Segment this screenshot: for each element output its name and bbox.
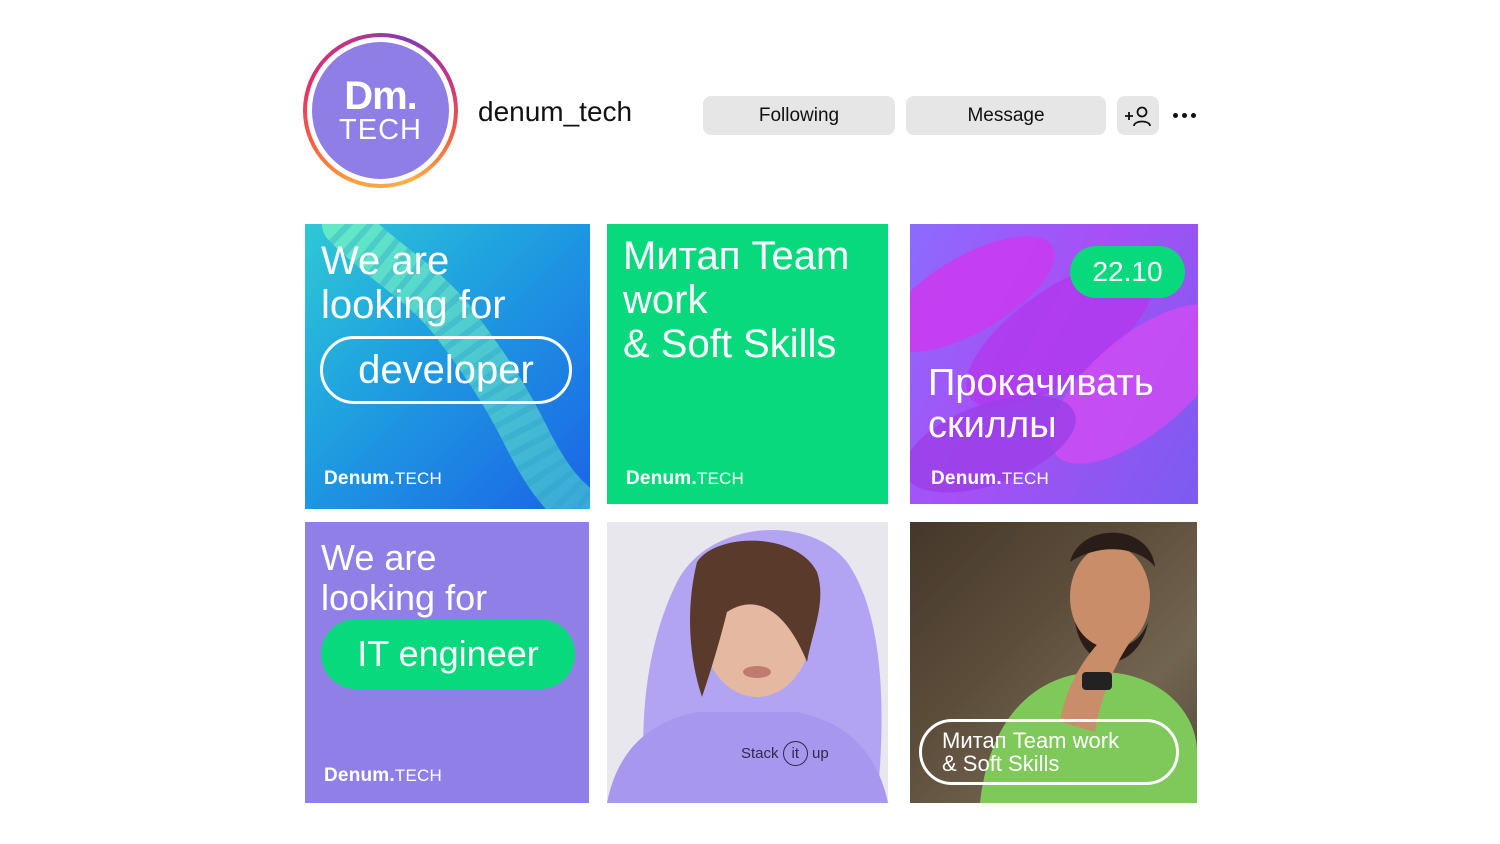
post-2[interactable]: Митап Team work & Soft Skills Denum.TECH bbox=[607, 224, 888, 504]
post-1-pill: developer bbox=[320, 336, 572, 404]
post-1-brand: Denum.TECH bbox=[324, 468, 442, 489]
more-icon[interactable] bbox=[1170, 100, 1198, 130]
post-3[interactable]: 22.10 Прокачивать скиллы Denum.TECH bbox=[910, 224, 1198, 504]
avatar-logo: Dm. TECH bbox=[312, 42, 449, 179]
post-3-date-badge: 22.10 bbox=[1070, 246, 1185, 298]
add-user-button[interactable] bbox=[1117, 96, 1159, 135]
post-6-line2: & Soft Skills bbox=[942, 751, 1060, 776]
post-3-headline: Прокачивать скиллы bbox=[928, 362, 1154, 446]
avatar-logo-line2: TECH bbox=[339, 113, 422, 146]
post-3-line1: Прокачивать bbox=[928, 362, 1154, 404]
post-4-line1: We are bbox=[321, 537, 437, 578]
post-2-brand: Denum.TECH bbox=[626, 468, 744, 489]
post-1[interactable]: We are looking for developer Denum.TECH bbox=[305, 224, 590, 509]
post-4-headline: We are looking for bbox=[321, 538, 487, 618]
post-6-caption: Митап Team work & Soft Skills bbox=[919, 719, 1179, 785]
post-4[interactable]: We are looking for IT engineer Denum.TEC… bbox=[305, 522, 589, 803]
post-6-line1: Митап Team work bbox=[942, 728, 1120, 753]
post-3-brand: Denum.TECH bbox=[931, 468, 1049, 489]
add-user-icon bbox=[1125, 106, 1151, 126]
hoodie-print: Stack it up bbox=[741, 741, 829, 766]
post-1-line1: We are bbox=[321, 239, 450, 283]
post-4-pill: IT engineer bbox=[321, 619, 575, 689]
profile-username: denum_tech bbox=[478, 96, 633, 127]
hoodie-print-word3: up bbox=[812, 745, 829, 762]
post-3-line2: скиллы bbox=[928, 404, 1057, 446]
following-button[interactable]: Following bbox=[703, 96, 895, 135]
post-5-hoodie-photo[interactable]: Stack it up bbox=[607, 522, 888, 803]
post-6-man-photo[interactable]: Митап Team work & Soft Skills bbox=[910, 522, 1197, 803]
post-4-line2: looking for bbox=[321, 577, 488, 618]
hoodie-print-word1: Stack bbox=[741, 745, 779, 762]
post-2-headline: Митап Team work & Soft Skills bbox=[623, 234, 849, 366]
post-1-line2: looking for bbox=[321, 283, 506, 327]
post-2-line2: work bbox=[623, 278, 708, 322]
post-1-headline: We are looking for bbox=[321, 239, 506, 327]
post-2-line3: & Soft Skills bbox=[623, 322, 837, 366]
profile-avatar[interactable]: Dm. TECH bbox=[303, 33, 458, 188]
post-2-line1: Митап Team bbox=[623, 234, 850, 278]
post-4-brand: Denum.TECH bbox=[324, 765, 442, 786]
hoodie-print-word2: it bbox=[782, 741, 809, 766]
message-button[interactable]: Message bbox=[906, 96, 1106, 135]
avatar-logo-line1: Dm. bbox=[344, 73, 418, 118]
